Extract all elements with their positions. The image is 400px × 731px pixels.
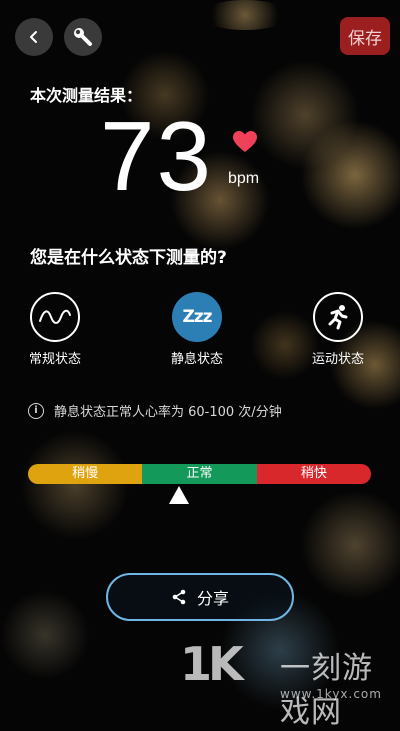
share-icon xyxy=(171,589,187,605)
range-fast: 稍快 xyxy=(256,464,371,484)
share-label: 分享 xyxy=(196,589,229,608)
watermark-logo: 1K xyxy=(180,637,244,691)
info-note: i 静息状态正常人心率为 60-100 次/分钟 xyxy=(28,401,282,420)
state-question: 您是在什么状态下测量的? xyxy=(30,248,227,268)
state-label: 静息状态 xyxy=(170,352,223,367)
state-label: 运动状态 xyxy=(311,352,364,367)
range-pointer-icon xyxy=(169,486,189,504)
bpm-unit-label: bpm xyxy=(228,170,260,187)
watermark: 1K 一刻游戏网 www.1kyx.com xyxy=(180,637,400,730)
watermark-url: www.1kyx.com xyxy=(280,687,382,701)
range-slow: 稍慢 xyxy=(28,464,143,484)
state-exercise[interactable]: 运动状态 xyxy=(293,292,383,367)
zzz-icon: Zzz xyxy=(172,292,222,342)
wave-icon xyxy=(30,292,80,342)
share-button[interactable]: 分享 xyxy=(106,573,294,621)
save-button[interactable]: 保存 xyxy=(340,17,390,55)
back-button[interactable] xyxy=(15,18,53,56)
info-icon: i xyxy=(28,402,44,419)
heart-icon xyxy=(233,131,257,152)
chevron-left-icon xyxy=(30,31,37,43)
wrench-icon xyxy=(74,28,92,46)
heart-rate-range-bar: 稍慢 正常 稍快 xyxy=(28,464,371,484)
settings-button[interactable] xyxy=(64,18,102,56)
state-label: 常规状态 xyxy=(28,352,81,367)
running-icon xyxy=(313,292,363,342)
info-text: 静息状态正常人心率为 60-100 次/分钟 xyxy=(54,405,282,420)
state-resting[interactable]: Zzz 静息状态 xyxy=(152,292,242,367)
range-normal: 正常 xyxy=(142,464,257,484)
state-normal[interactable]: 常规状态 xyxy=(10,292,100,367)
heart-rate-value: 73 xyxy=(100,101,214,211)
